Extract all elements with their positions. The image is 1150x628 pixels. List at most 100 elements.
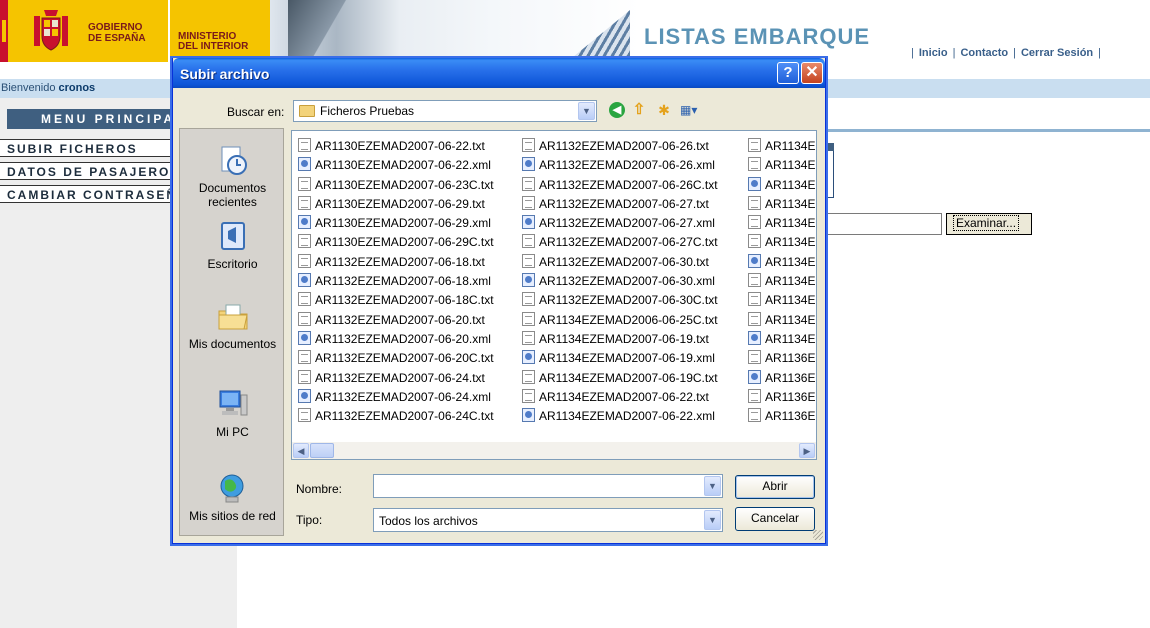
file-list-item[interactable]: AR1132EZEMAD2007-06-24C.txt [298,407,494,426]
file-list-item[interactable]: AR1132EZEMAD2007-06-18.txt [298,253,494,272]
place-mis-documentos[interactable]: Mis documentos [180,299,285,351]
file-list-item[interactable]: AR1134E [748,176,815,195]
xml-file-icon [522,215,535,230]
lookin-label: Buscar en: [227,105,285,119]
text-file-icon [522,253,535,268]
file-list-item[interactable]: AR1136E [748,349,815,368]
file-name: AR1134EZEMAD2007-06-22.xml [539,409,715,424]
filetype-select[interactable]: Todos los archivos ▼ [373,508,723,532]
file-column: AR1130EZEMAD2007-06-22.txt AR1130EZEMAD20… [298,137,494,426]
link-cerrar-sesion[interactable]: Cerrar Sesión [1021,47,1093,59]
file-list-item[interactable]: AR1130EZEMAD2007-06-22.txt [298,137,494,156]
file-list-item[interactable]: AR1134E [748,253,815,272]
dialog-titlebar[interactable]: Subir archivo ? ✕ [173,58,825,88]
chevron-down-icon[interactable]: ▼ [704,510,721,530]
file-list-item[interactable]: AR1130EZEMAD2007-06-22.xml [298,156,494,175]
file-list-item[interactable]: AR1132EZEMAD2007-06-27C.txt [522,233,718,252]
file-list-item[interactable]: AR1132EZEMAD2007-06-18.xml [298,272,494,291]
back-icon[interactable]: ◀ [609,102,625,118]
xml-file-icon [298,215,311,230]
file-list-item[interactable]: AR1132EZEMAD2007-06-26.txt [522,137,718,156]
file-list-item[interactable]: AR1134E [748,272,815,291]
file-list-item[interactable]: AR1132EZEMAD2007-06-20.txt [298,311,494,330]
file-list-item[interactable]: AR1132EZEMAD2007-06-27.txt [522,195,718,214]
welcome-user: cronos [58,82,96,94]
places-bar: Documentos recientes Escritorio Mis docu… [179,128,284,536]
gobierno-logo: GOBIERNO DE ESPAÑA [0,0,168,62]
xml-file-icon [748,330,761,345]
file-list-item[interactable]: AR1132EZEMAD2007-06-24.txt [298,369,494,388]
up-folder-icon[interactable]: ⇧ [631,101,647,119]
open-button[interactable]: Abrir [735,475,815,499]
place-escritorio[interactable]: Escritorio [180,219,285,271]
file-list-item[interactable]: AR1132EZEMAD2007-06-26.xml [522,156,718,175]
file-list-item[interactable]: AR1136E [748,388,815,407]
place-documentos-recientes[interactable]: Documentos recientes [180,143,285,209]
scrollbar-thumb[interactable] [310,443,334,458]
lookin-select[interactable]: Ficheros Pruebas ▼ [293,100,597,122]
scroll-right-icon[interactable]: ▶ [799,443,815,458]
file-list-item[interactable]: AR1134E [748,233,815,252]
desktop-icon [220,222,245,250]
file-list-item[interactable]: AR1130EZEMAD2007-06-29C.txt [298,233,494,252]
file-list-item[interactable]: AR1130EZEMAD2007-06-29.xml [298,214,494,233]
file-list-item[interactable]: AR1134E [748,195,815,214]
close-button[interactable]: ✕ [801,62,823,84]
file-list-item[interactable]: AR1132EZEMAD2007-06-30C.txt [522,291,718,310]
examinar-button[interactable]: Examinar... [946,213,1032,235]
cancel-button[interactable]: Cancelar [735,507,815,531]
text-file-icon [522,138,535,152]
file-list-item[interactable]: AR1134E [748,214,815,233]
place-mi-pc[interactable]: Mi PC [180,387,285,439]
views-menu-icon[interactable]: ▦▾ [680,102,704,118]
text-file-icon [522,388,535,403]
file-list-item[interactable]: AR1132EZEMAD2007-06-30.xml [522,272,718,291]
filename-input[interactable]: ▼ [373,474,723,498]
file-list-item[interactable]: AR1136E [748,369,815,388]
new-folder-icon[interactable]: ✱ [655,102,673,118]
file-name: AR1130EZEMAD2007-06-29.txt [315,196,485,211]
file-list-item[interactable]: AR1130EZEMAD2007-06-23C.txt [298,176,494,195]
file-list-item[interactable]: AR1134EZEMAD2007-06-19.txt [522,330,718,349]
horizontal-scrollbar[interactable]: ◀ ▶ [292,442,816,459]
chevron-down-icon[interactable]: ▼ [704,476,721,496]
scroll-left-icon[interactable]: ◀ [293,443,309,458]
file-list-item[interactable]: AR1132EZEMAD2007-06-24.xml [298,388,494,407]
file-list-item[interactable]: AR1132EZEMAD2007-06-20C.txt [298,349,494,368]
xml-file-icon [298,273,311,288]
xml-file-icon [522,408,535,423]
file-path-input[interactable] [826,213,942,235]
file-list-item[interactable]: AR1134EZEMAD2006-06-25C.txt [522,311,718,330]
file-list-item[interactable]: AR1134EZEMAD2007-06-22.xml [522,407,718,426]
file-list-item[interactable]: AR1134E [748,291,815,310]
help-button[interactable]: ? [777,62,799,84]
file-list-item[interactable]: AR1132EZEMAD2007-06-30.txt [522,253,718,272]
file-list[interactable]: AR1130EZEMAD2007-06-22.txt AR1130EZEMAD20… [291,130,817,460]
site-header: GOBIERNO DE ESPAÑA MINISTERIO DEL INTERI… [0,0,1150,62]
file-list-item[interactable]: AR1134E [748,156,815,175]
file-list-item[interactable]: AR1136E [748,407,815,426]
file-list-item[interactable]: AR1134E [748,137,815,156]
resize-grip-icon[interactable] [813,530,823,540]
file-column: AR1132EZEMAD2007-06-26.txt AR1132EZEMAD20… [522,137,718,426]
file-list-item[interactable]: AR1134EZEMAD2007-06-19C.txt [522,369,718,388]
file-list-item[interactable]: AR1134E [748,311,815,330]
file-list-item[interactable]: AR1134EZEMAD2007-06-22.txt [522,388,718,407]
link-contacto[interactable]: Contacto [960,47,1008,59]
file-list-item[interactable]: AR1134EZEMAD2007-06-19.xml [522,349,718,368]
file-list-item[interactable]: AR1132EZEMAD2007-06-18C.txt [298,291,494,310]
file-list-item[interactable]: AR1132EZEMAD2007-06-20.xml [298,330,494,349]
place-mis-sitios-de-red[interactable]: Mis sitios de red [180,471,285,523]
header-photo [270,0,640,62]
file-list-item[interactable]: AR1132EZEMAD2007-06-26C.txt [522,176,718,195]
text-file-icon [522,311,535,326]
file-list-item[interactable]: AR1130EZEMAD2007-06-29.txt [298,195,494,214]
file-name: AR1130EZEMAD2007-06-29C.txt [315,235,494,250]
file-name: AR1134E [765,196,816,211]
folder-icon [299,105,315,117]
file-list-item[interactable]: AR1132EZEMAD2007-06-27.xml [522,214,718,233]
chevron-down-icon[interactable]: ▼ [578,102,595,120]
file-name: AR1132EZEMAD2007-06-30C.txt [539,293,718,308]
file-list-item[interactable]: AR1134E [748,330,815,349]
link-inicio[interactable]: Inicio [919,47,948,59]
